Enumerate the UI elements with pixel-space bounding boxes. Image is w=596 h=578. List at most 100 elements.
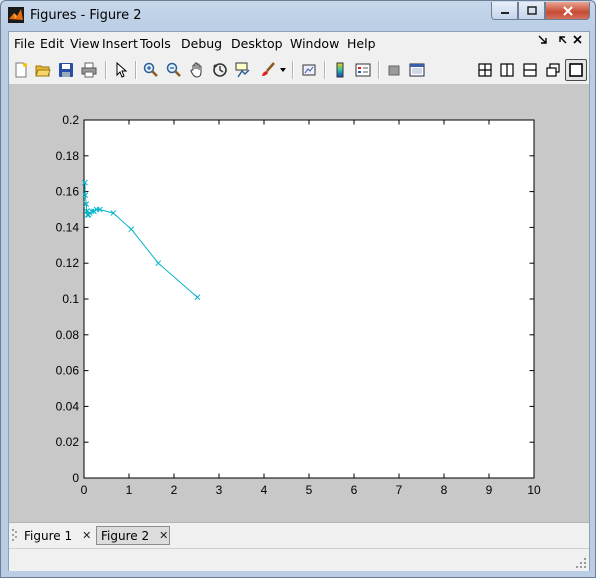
toolbar-separator bbox=[324, 61, 326, 79]
toolbar-separator bbox=[105, 61, 107, 79]
zoom-in-button[interactable] bbox=[141, 60, 161, 80]
menu-tools[interactable]: Tools bbox=[140, 36, 171, 51]
print-button[interactable] bbox=[79, 60, 99, 80]
save-button[interactable] bbox=[56, 60, 76, 80]
float-button[interactable] bbox=[543, 60, 563, 80]
float-icon bbox=[546, 63, 560, 77]
x-tick-label: 1 bbox=[126, 483, 133, 497]
maximize-button[interactable] bbox=[518, 2, 545, 20]
toolbar-separator bbox=[378, 61, 380, 79]
data-cursor-button[interactable] bbox=[233, 60, 253, 80]
menu-bar: File Edit View Insert Tools Debug Deskto… bbox=[9, 32, 589, 54]
y-tick-label: 0.06 bbox=[56, 364, 80, 378]
show-plot-tools-icon bbox=[409, 63, 425, 77]
tab-close-icon[interactable]: ✕ bbox=[159, 529, 168, 542]
link-plot-button[interactable] bbox=[299, 60, 319, 80]
new-figure-icon bbox=[15, 62, 27, 78]
figure-tab-bar: Figure 1 ✕ Figure 2 ✕ bbox=[9, 522, 589, 548]
brush-icon bbox=[262, 62, 275, 76]
x-tick-label: 0 bbox=[81, 483, 88, 497]
left-right-icon bbox=[500, 63, 514, 77]
left-right-button[interactable] bbox=[497, 60, 517, 80]
pan-hand-icon bbox=[190, 62, 202, 78]
y-tick-label: 0.16 bbox=[56, 185, 80, 199]
new-figure-button[interactable] bbox=[11, 60, 31, 80]
window-title: Figures - Figure 2 bbox=[30, 8, 142, 23]
y-tick-label: 0.1 bbox=[62, 292, 79, 306]
title-bar[interactable]: Figures - Figure 2 bbox=[1, 1, 595, 31]
x-tick-label: 8 bbox=[441, 483, 448, 497]
zoom-out-button[interactable] bbox=[164, 60, 184, 80]
rotate-3d-button[interactable] bbox=[210, 60, 230, 80]
zoom-in-icon bbox=[143, 62, 158, 77]
data-cursor-icon bbox=[235, 62, 250, 78]
open-file-button[interactable] bbox=[33, 60, 53, 80]
tab-close-icon[interactable]: ✕ bbox=[82, 529, 91, 542]
y-tick-label: 0.02 bbox=[56, 435, 80, 449]
brush-button[interactable] bbox=[258, 60, 278, 80]
hide-plot-tools-icon bbox=[388, 65, 400, 76]
colorbar-button[interactable] bbox=[330, 60, 350, 80]
print-icon bbox=[81, 62, 97, 78]
hide-plot-tools-button[interactable] bbox=[384, 60, 404, 80]
tab-figure-1[interactable]: Figure 1 ✕ bbox=[20, 526, 95, 545]
brush-dropdown-icon bbox=[280, 68, 286, 72]
x-tick-label: 10 bbox=[527, 483, 541, 497]
menu-window[interactable]: Window bbox=[290, 36, 339, 51]
x-tick-label: 4 bbox=[261, 483, 268, 497]
link-plot-icon bbox=[302, 64, 316, 76]
menu-debug[interactable]: Debug bbox=[181, 36, 222, 51]
menu-help[interactable]: Help bbox=[347, 36, 376, 51]
tab-figure-2[interactable]: Figure 2 ✕ bbox=[96, 526, 170, 545]
x-tick-label: 7 bbox=[396, 483, 403, 497]
tab-label: Figure 1 bbox=[24, 528, 73, 543]
minimize-button[interactable] bbox=[491, 2, 518, 20]
tab-label: Figure 2 bbox=[101, 528, 150, 543]
menu-desktop[interactable]: Desktop bbox=[231, 36, 283, 51]
dock-arrow-icon[interactable] bbox=[538, 35, 548, 45]
top-bottom-icon bbox=[523, 63, 537, 77]
matlab-logo-icon bbox=[8, 7, 24, 23]
undock-arrow-icon[interactable] bbox=[558, 35, 568, 45]
brush-dropdown-button[interactable] bbox=[278, 60, 288, 80]
menu-file[interactable]: File bbox=[14, 36, 35, 51]
figure-canvas[interactable]: 0 1 2 3 4 5 6 7 8 9 10 0 0.02 0.04 0.06 0.08 0.1 0.12 0.14… bbox=[9, 85, 589, 522]
toolbar-separator bbox=[292, 61, 294, 79]
menu-edit[interactable]: Edit bbox=[40, 36, 64, 51]
maximize-figure-icon bbox=[569, 63, 583, 77]
plot-svg[interactable]: 0 1 2 3 4 5 6 7 8 9 10 0 0.02 0.04 0.06 0.08 0.1 0.12 0.14… bbox=[9, 85, 589, 522]
maximize-icon bbox=[526, 6, 537, 15]
menu-view[interactable]: View bbox=[70, 36, 100, 51]
tab-bar-grip-icon bbox=[12, 529, 17, 541]
x-tick-label: 2 bbox=[171, 483, 178, 497]
close-button[interactable] bbox=[545, 2, 590, 20]
y-tick-label: 0.14 bbox=[56, 220, 80, 234]
y-tick-label: 0.08 bbox=[56, 328, 80, 342]
close-figure-icon[interactable] bbox=[573, 35, 583, 45]
close-icon bbox=[562, 5, 573, 16]
y-tick-label: 0.04 bbox=[56, 399, 80, 413]
save-icon bbox=[59, 63, 73, 77]
menu-insert[interactable]: Insert bbox=[102, 36, 138, 51]
legend-button[interactable] bbox=[353, 60, 373, 80]
tile-icon bbox=[478, 63, 492, 77]
show-plot-tools-button[interactable] bbox=[407, 60, 427, 80]
x-tick-label: 9 bbox=[486, 483, 493, 497]
figures-window: Figures - Figure 2 File Edit View Insert… bbox=[0, 0, 596, 578]
pan-button[interactable] bbox=[187, 60, 207, 80]
maximize-figure-button[interactable] bbox=[565, 59, 587, 81]
y-tick-label: 0.2 bbox=[62, 113, 79, 127]
edit-plot-button[interactable] bbox=[111, 60, 131, 80]
figure-client-area: File Edit View Insert Tools Debug Deskto… bbox=[8, 31, 590, 571]
y-tick-label: 0.12 bbox=[56, 256, 80, 270]
x-tick-label: 6 bbox=[351, 483, 358, 497]
y-tick-label: 0 bbox=[72, 471, 79, 485]
tile-button[interactable] bbox=[475, 60, 495, 80]
toolbar-separator bbox=[135, 61, 137, 79]
resize-grip-icon[interactable] bbox=[575, 557, 587, 569]
colorbar-icon bbox=[336, 62, 344, 78]
top-bottom-button[interactable] bbox=[520, 60, 540, 80]
status-bar bbox=[9, 548, 589, 571]
x-tick-label: 3 bbox=[216, 483, 223, 497]
edit-plot-arrow-icon bbox=[116, 62, 128, 78]
